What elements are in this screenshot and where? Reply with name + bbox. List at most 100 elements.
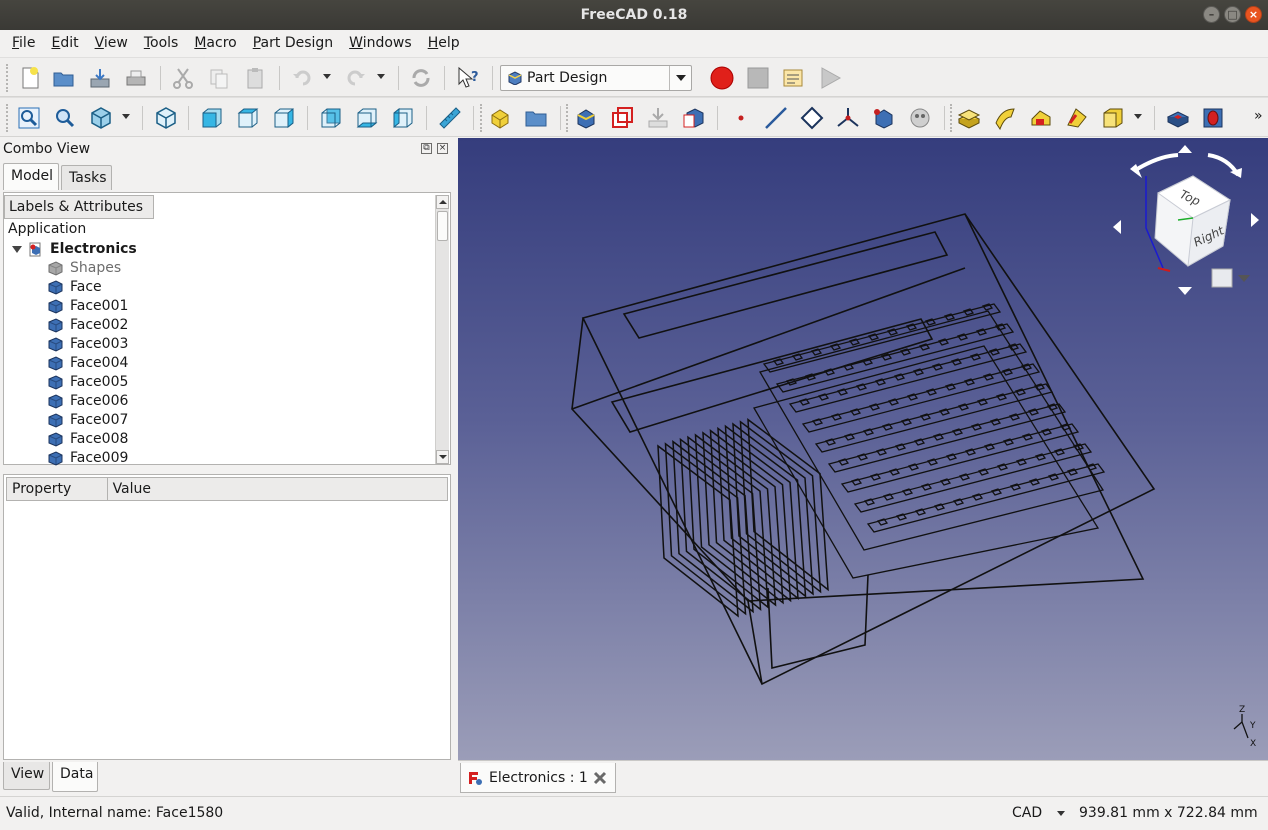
tree-item-face007[interactable]: Face007 [4, 411, 434, 430]
menu-view[interactable]: View [87, 30, 136, 57]
tree-item-face[interactable]: Face [4, 278, 434, 297]
chevron-down-icon[interactable] [669, 66, 691, 90]
datum-plane-icon[interactable] [799, 105, 825, 131]
draw-style-icon[interactable] [88, 105, 114, 131]
datum-line-icon[interactable] [763, 105, 789, 131]
create-sketch-icon[interactable] [609, 105, 635, 131]
tree-item-shapes[interactable]: Shapes [4, 259, 434, 278]
property-column-header[interactable]: Property [7, 478, 108, 500]
navcube-menu-cube-icon[interactable] [1211, 268, 1233, 288]
menu-windows[interactable]: Windows [341, 30, 420, 57]
maximize-button[interactable]: □ [1224, 6, 1241, 23]
toolbar-overflow-icon[interactable]: » [1254, 108, 1263, 124]
property-editor[interactable]: Property Value [3, 474, 451, 760]
create-group-icon[interactable] [523, 105, 549, 131]
toolbar-grip[interactable] [950, 104, 954, 132]
menu-tools[interactable]: Tools [136, 30, 187, 57]
value-column-header[interactable]: Value [108, 478, 447, 500]
tree-item-face004[interactable]: Face004 [4, 354, 434, 373]
3d-viewport[interactable]: Top Right Z Y X [458, 138, 1268, 760]
tab-data[interactable]: Data [52, 762, 98, 792]
model-tree[interactable]: Labels & Attributes Application Electron… [3, 192, 451, 468]
open-folder-icon[interactable] [51, 65, 77, 91]
minimize-button[interactable]: – [1203, 6, 1220, 23]
draw-style-dropdown-arrow[interactable] [122, 114, 130, 119]
collapse-arrow-icon[interactable] [12, 246, 22, 253]
close-panel-icon[interactable]: × [437, 143, 448, 154]
tab-tasks[interactable]: Tasks [61, 165, 112, 190]
hole-icon[interactable] [1200, 105, 1226, 131]
cut-icon[interactable] [170, 65, 196, 91]
tree-item-face001[interactable]: Face001 [4, 297, 434, 316]
revolution-icon[interactable] [992, 105, 1018, 131]
tree-scrollbar[interactable] [435, 195, 449, 464]
rotate-up-arrow[interactable] [1178, 145, 1192, 153]
redo-icon[interactable] [343, 65, 369, 91]
navigation-style-dropdown-arrow[interactable] [1057, 811, 1065, 816]
rotate-left-arrow[interactable] [1113, 220, 1121, 234]
menu-help[interactable]: Help [420, 30, 468, 57]
shape-binder-icon[interactable] [645, 105, 671, 131]
edit-macro-icon[interactable] [781, 65, 807, 91]
tab-view[interactable]: View [3, 762, 50, 790]
print-icon[interactable] [123, 65, 149, 91]
measure-distance-icon[interactable] [437, 105, 463, 131]
view-isometric-icon[interactable] [153, 105, 179, 131]
undo-icon[interactable] [289, 65, 315, 91]
menu-edit[interactable]: Edit [43, 30, 86, 57]
close-tab-icon[interactable] [593, 771, 607, 785]
tree-item-face005[interactable]: Face005 [4, 373, 434, 392]
run-macro-icon[interactable] [817, 65, 843, 91]
close-window-button[interactable]: × [1245, 6, 1262, 23]
refresh-icon[interactable] [408, 65, 434, 91]
create-part-icon[interactable] [487, 105, 513, 131]
menu-macro[interactable]: Macro [186, 30, 244, 57]
toolbar-grip[interactable] [480, 104, 484, 132]
scroll-up-arrow[interactable] [436, 195, 449, 209]
view-bottom-icon[interactable] [354, 105, 380, 131]
copy-icon[interactable] [206, 65, 232, 91]
menu-part-design[interactable]: Part Design [245, 30, 341, 57]
navcube-menu-arrow[interactable] [1238, 275, 1250, 282]
sub-shape-binder-icon[interactable] [871, 105, 897, 131]
fit-all-icon[interactable] [16, 105, 42, 131]
additive-loft-icon[interactable] [1028, 105, 1054, 131]
view-left-icon[interactable] [390, 105, 416, 131]
scroll-down-arrow[interactable] [436, 450, 449, 464]
undo-dropdown-arrow[interactable] [323, 74, 331, 79]
toolbar-grip[interactable] [6, 64, 10, 92]
redo-dropdown-arrow[interactable] [377, 74, 385, 79]
whats-this-icon[interactable]: ? [455, 65, 481, 91]
view-top-icon[interactable] [235, 105, 261, 131]
record-macro-icon[interactable] [709, 65, 735, 91]
document-tab[interactable]: Electronics : 1 [460, 763, 616, 793]
local-coordinate-system-icon[interactable] [835, 105, 861, 131]
tree-item-face003[interactable]: Face003 [4, 335, 434, 354]
view-front-icon[interactable] [199, 105, 225, 131]
datum-point-icon[interactable] [728, 105, 754, 131]
stop-macro-icon[interactable] [745, 65, 771, 91]
navigation-style-selector[interactable]: CAD [1012, 797, 1042, 829]
toolbar-grip[interactable] [6, 104, 10, 132]
workbench-selector[interactable]: Part Design [500, 65, 692, 91]
pad-icon[interactable] [956, 105, 982, 131]
tree-item-face006[interactable]: Face006 [4, 392, 434, 411]
tree-item-face002[interactable]: Face002 [4, 316, 434, 335]
additive-pipe-icon[interactable] [1064, 105, 1090, 131]
float-panel-icon[interactable]: ⧉ [421, 143, 432, 154]
tree-item-face009[interactable]: Face009 [4, 449, 434, 468]
tab-model[interactable]: Model [3, 163, 59, 190]
scroll-thumb[interactable] [437, 211, 448, 241]
menu-file[interactable]: File [4, 30, 43, 57]
save-icon[interactable] [87, 65, 113, 91]
rotate-right-arrow[interactable] [1251, 213, 1259, 227]
fit-selection-icon[interactable] [52, 105, 78, 131]
pocket-icon[interactable] [1165, 105, 1191, 131]
rotate-down-arrow[interactable] [1178, 287, 1192, 295]
toolbar-grip[interactable] [566, 104, 570, 132]
create-body-icon[interactable] [573, 105, 599, 131]
tree-item-document[interactable]: Electronics [4, 240, 434, 259]
clone-icon[interactable] [681, 105, 707, 131]
wireframe-model[interactable]: Top Right Z Y X [458, 138, 1268, 760]
additive-primitive-icon[interactable] [1100, 105, 1126, 131]
